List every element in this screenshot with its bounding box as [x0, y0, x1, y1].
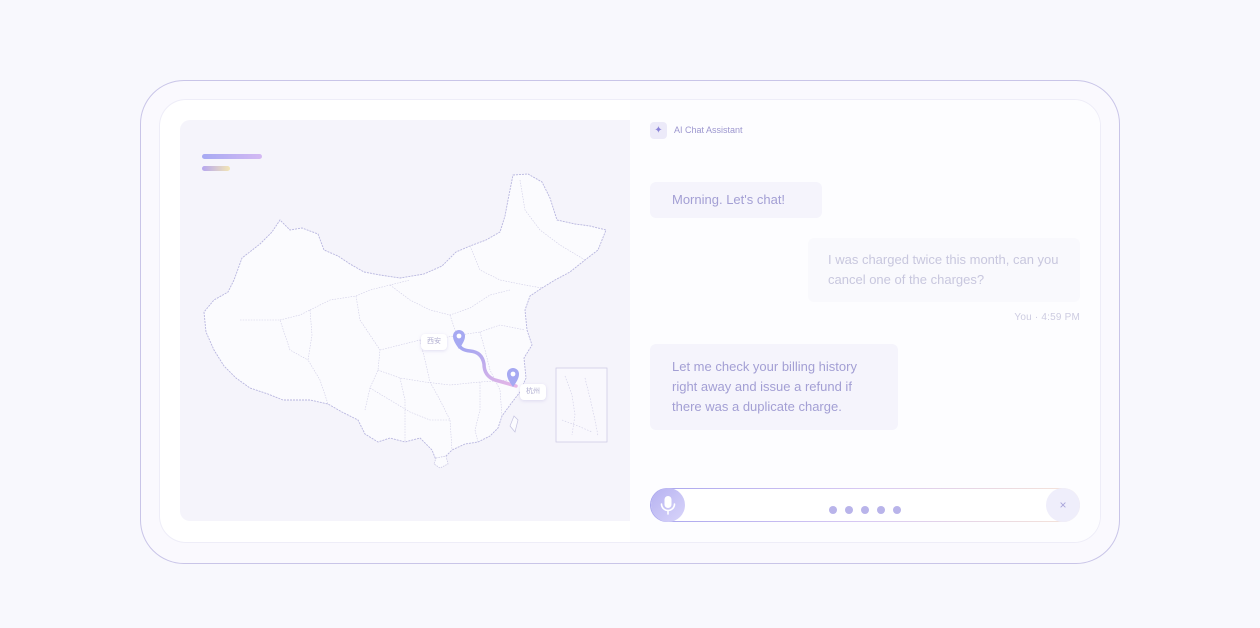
listening-dot	[861, 506, 869, 514]
listening-dot	[845, 506, 853, 514]
south-china-sea-inset	[555, 367, 608, 443]
destination-city-label: 杭州	[520, 384, 546, 400]
message-meta: You · 4:59 PM	[1014, 312, 1080, 323]
listening-indicator	[829, 501, 901, 514]
listening-dot	[893, 506, 901, 514]
message-bubble-user: I was charged twice this month, can you …	[808, 238, 1080, 302]
island-hainan	[433, 455, 449, 469]
microphone-icon	[660, 496, 676, 515]
chat-panel: ✦ AI Chat Assistant Morning. Let's chat!…	[630, 100, 1100, 542]
message-bubble-assistant: Morning. Let's chat!	[650, 182, 822, 218]
mic-button[interactable]	[651, 488, 685, 522]
origin-city-label: 西安	[421, 334, 447, 350]
island-taiwan	[509, 415, 519, 433]
app-screen: 西安 杭州 ✦ AI Chat Assistant Morning. Let's…	[160, 100, 1100, 542]
china-map	[203, 173, 608, 469]
close-voice-button[interactable]: ×	[1046, 488, 1080, 522]
assistant-title: AI Chat Assistant	[674, 125, 743, 135]
listening-dot	[829, 506, 837, 514]
voice-input-bar[interactable]: ×	[650, 488, 1080, 522]
message-bubble-assistant: Let me check your billing history right …	[650, 344, 898, 430]
map-panel[interactable]: 西安 杭州	[180, 120, 630, 521]
sparkle-icon: ✦	[650, 122, 667, 139]
listening-dot	[877, 506, 885, 514]
